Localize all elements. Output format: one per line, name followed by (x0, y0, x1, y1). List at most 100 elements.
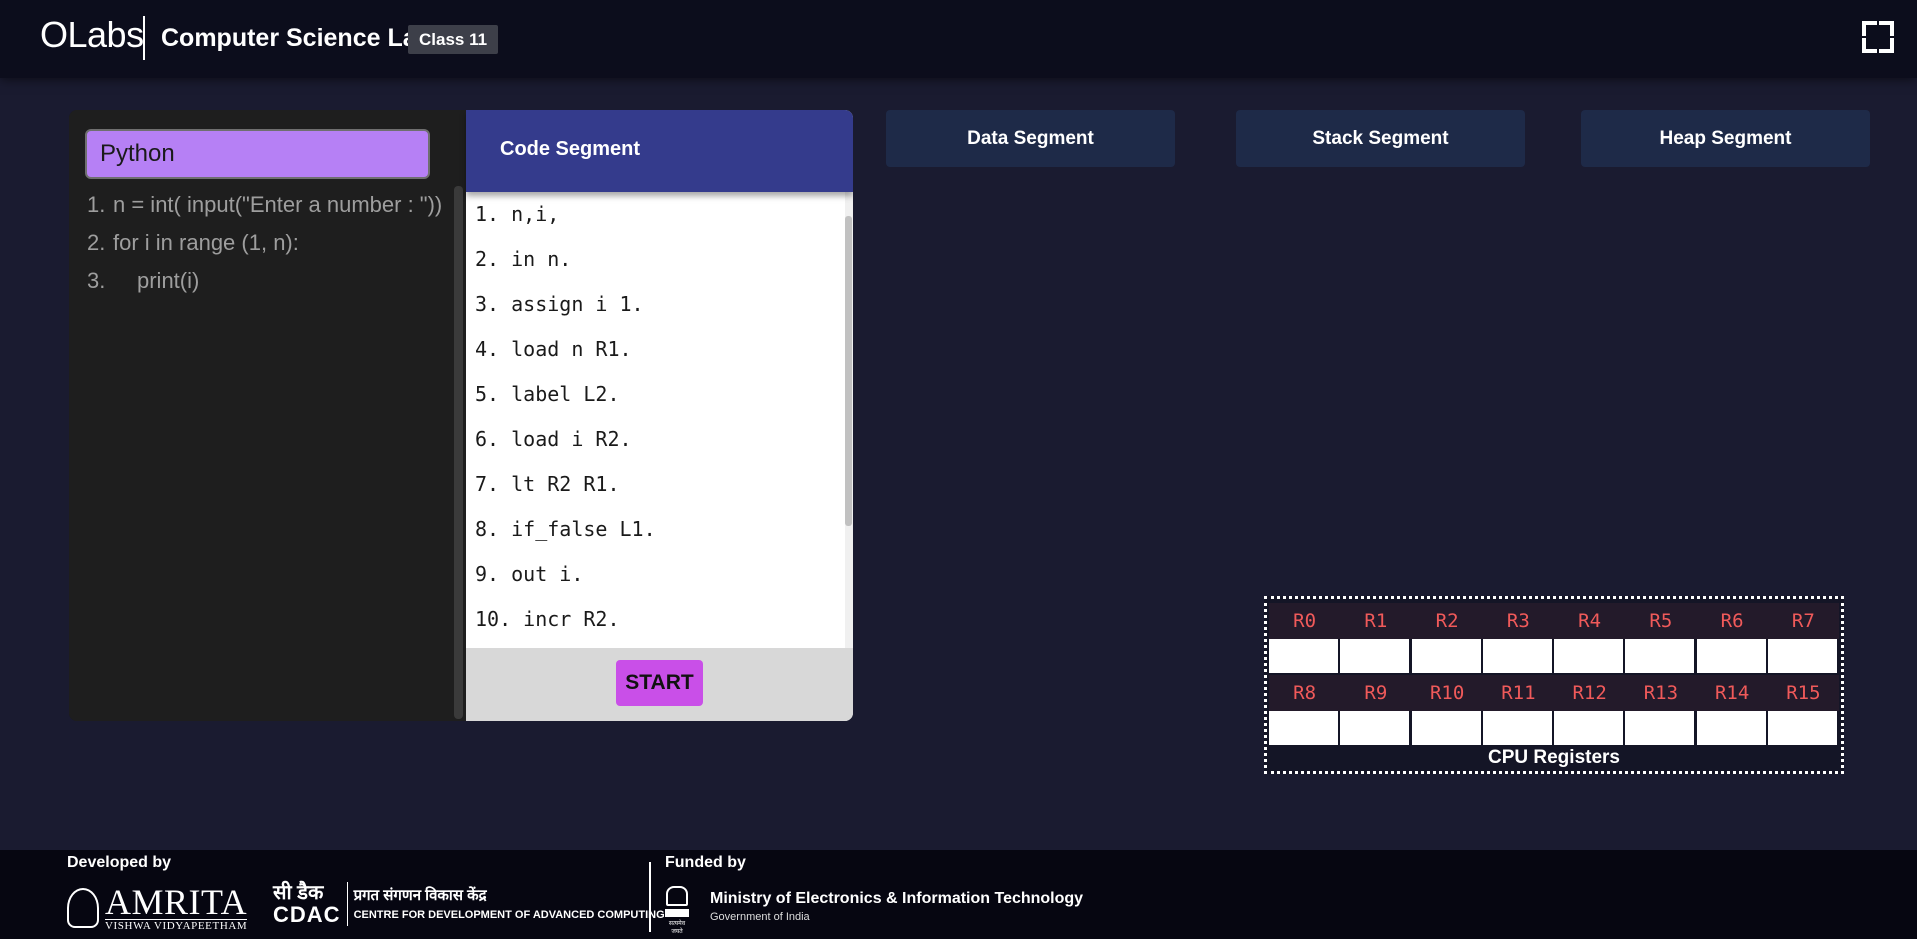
register-label: R7 (1791, 610, 1815, 632)
code-line: 8. if_false L1. (475, 517, 656, 541)
register-label: R5 (1649, 610, 1673, 632)
source-code-editor[interactable]: 1. n = int( input("Enter a number : ")) … (87, 186, 447, 300)
code-segment-pane: Code Segment 1. n,i, 2. in n. 3. assign … (466, 110, 853, 721)
register-value-cell (1269, 711, 1338, 745)
register-value-cell (1767, 639, 1837, 673)
source-line: 2. for i in range (1, n): (87, 224, 447, 262)
source-line-number: 1. (87, 192, 106, 217)
code-line: 4. load n R1. (475, 337, 632, 361)
register-value-cell (1767, 711, 1837, 745)
cdac-wordmark: सी डैक CDAC (273, 882, 341, 926)
emblem-lions-shape (666, 886, 688, 906)
code-line: 6. load i R2. (475, 427, 632, 451)
register-value-cell (1696, 711, 1766, 745)
register-value-cell (1625, 711, 1695, 745)
fullscreen-corner-icon (1879, 21, 1894, 36)
editor-scrollbar[interactable] (454, 186, 463, 719)
olabs-logo[interactable]: OLabs (40, 14, 144, 56)
register-value-row (1269, 711, 1839, 745)
cdac-hindi-fullname: प्रगत संगणन विकास केंद्र (353, 887, 487, 904)
compiler-panel: Python 1. n = int( input("Enter a number… (69, 110, 853, 721)
register-label: R12 (1572, 682, 1607, 704)
app-header: OLabs Computer Science Lab Class 11 (0, 0, 1917, 78)
code-line: 2. in n. (475, 247, 572, 271)
cpu-registers: R0 R1 R2 R3 R4 R5 R6 R7 R8 R9 R10 R11 R1… (1264, 596, 1844, 774)
fullscreen-corner-icon (1879, 38, 1894, 53)
register-label: R15 (1786, 682, 1821, 704)
register-value-cell (1554, 711, 1623, 745)
register-label: R3 (1506, 610, 1530, 632)
footer-divider (649, 862, 651, 932)
data-segment-button[interactable]: Data Segment (886, 110, 1175, 167)
page-title: Computer Science Lab (161, 24, 432, 52)
class-badge: Class 11 (408, 25, 499, 54)
stack-segment-button[interactable]: Stack Segment (1236, 110, 1525, 167)
register-value-cell (1554, 639, 1623, 673)
register-label-row: R0 R1 R2 R3 R4 R5 R6 R7 (1269, 603, 1839, 639)
source-editor-pane: Python 1. n = int( input("Enter a number… (69, 110, 465, 721)
logo-divider (143, 16, 145, 60)
language-select[interactable]: Python (85, 129, 430, 179)
register-value-cell (1340, 639, 1410, 673)
registers-caption: CPU Registers (1488, 747, 1620, 768)
cdac-hindi-name: सी डैक (273, 882, 324, 904)
register-value-cell (1269, 639, 1338, 673)
source-line-text: print(i) (137, 268, 200, 293)
source-line-number: 3. (87, 268, 106, 293)
cdac-divider (346, 882, 348, 926)
cdac-fullname: प्रगत संगणन विकास केंद्र CENTRE FOR DEVE… (354, 885, 665, 923)
code-line: 7. lt R2 R1. (475, 472, 620, 496)
register-value-cell (1340, 711, 1410, 745)
code-line: 1. n,i, (475, 202, 560, 226)
developed-by-label: Developed by (67, 854, 172, 871)
emblem-motto: सत्यमेव जयते (668, 921, 686, 935)
code-segment-list: 1. n,i, 2. in n. 3. assign i 1. 4. load … (466, 192, 846, 648)
amrita-subtitle: VISHWA VIDYAPEETHAM (105, 918, 248, 932)
amrita-name: AMRITA (105, 881, 248, 922)
emblem-base-shape (665, 909, 689, 917)
ministry-name: Ministry of Electronics & Information Te… (710, 890, 1084, 907)
register-label: R2 (1435, 610, 1459, 632)
code-line: 10. incr R2. (475, 607, 620, 631)
code-scrollbar-thumb[interactable] (845, 216, 852, 526)
amrita-emblem-icon (67, 888, 99, 928)
page-footer: Developed by AMRITA VISHWA VIDYAPEETHAM … (0, 850, 1917, 939)
register-value-cell (1411, 711, 1481, 745)
code-segment-header: Code Segment (466, 110, 853, 192)
code-line: 9. out i. (475, 562, 584, 586)
register-label: R11 (1501, 682, 1536, 704)
register-value-cell (1625, 639, 1695, 673)
fullscreen-corner-icon (1862, 38, 1877, 53)
source-line: 1. n = int( input("Enter a number : ")) (87, 186, 447, 224)
start-button[interactable]: START (616, 660, 703, 706)
india-emblem-icon: सत्यमेव जयते (663, 886, 691, 935)
government-label: Government of India (710, 911, 810, 923)
register-label-row: R8 R9 R10 R11 R12 R13 R14 R15 (1269, 675, 1839, 711)
register-value-row (1269, 639, 1839, 673)
register-label: R4 (1578, 610, 1602, 632)
register-label: R8 (1293, 682, 1317, 704)
register-label: R0 (1293, 610, 1317, 632)
amrita-logo[interactable]: AMRITA VISHWA VIDYAPEETHAM (67, 881, 248, 932)
meity-logo[interactable]: Ministry of Electronics & Information Te… (710, 888, 1083, 924)
code-line: 5. label L2. (475, 382, 620, 406)
register-label: R10 (1429, 682, 1465, 704)
funded-by-label: Funded by (665, 854, 746, 871)
source-line: 3. print(i) (87, 262, 447, 300)
code-segment-title: Code Segment (500, 138, 641, 160)
register-value-cell (1482, 639, 1552, 673)
register-label: R9 (1364, 682, 1388, 704)
heap-segment-button[interactable]: Heap Segment (1581, 110, 1870, 167)
cdac-logo[interactable]: सी डैक CDAC प्रगत संगणन विकास केंद्र CEN… (273, 882, 665, 926)
register-label: R6 (1720, 610, 1744, 632)
register-label: R13 (1643, 682, 1679, 704)
source-line-number: 2. (87, 230, 106, 255)
amrita-wordmark: AMRITA VISHWA VIDYAPEETHAM (105, 881, 248, 932)
fullscreen-corner-icon (1862, 21, 1877, 36)
source-line-text: for i in range (1, n): (113, 230, 299, 255)
fullscreen-icon[interactable] (1862, 21, 1894, 53)
code-line: 3. assign i 1. (475, 292, 644, 316)
source-line-text: n = int( input("Enter a number : ")) (113, 192, 443, 217)
register-label: R1 (1364, 610, 1388, 632)
cdac-english-fullname: CENTRE FOR DEVELOPMENT OF ADVANCED COMPU… (353, 909, 665, 921)
